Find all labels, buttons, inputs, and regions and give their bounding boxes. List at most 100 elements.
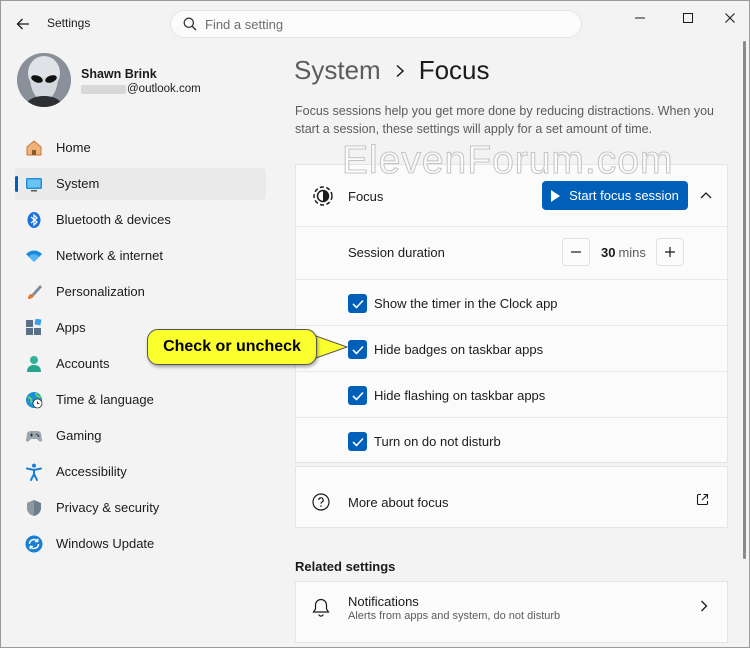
- shield-icon: [27, 500, 41, 516]
- nav-label-network: Network & internet: [56, 248, 163, 263]
- search-icon: [183, 17, 197, 31]
- notifications-subtitle: Alerts from apps and system, do not dist…: [348, 610, 561, 622]
- hide-flashing-label: Hide flashing on taskbar apps: [374, 388, 546, 403]
- checkmark-icon: [351, 437, 364, 447]
- start-focus-session-label: Start focus session: [569, 188, 679, 203]
- nav-item-network[interactable]: Network & internet: [15, 240, 266, 272]
- notifications-title: Notifications: [348, 594, 419, 609]
- back-arrow-icon: [16, 18, 29, 30]
- nav-label-windows-update: Windows Update: [56, 536, 155, 551]
- chevron-up-icon: [700, 192, 712, 199]
- breadcrumb-parent[interactable]: System: [294, 55, 381, 86]
- more-about-focus-card[interactable]: More about focus: [295, 466, 728, 528]
- nav-item-time-language[interactable]: Time & language: [15, 384, 266, 416]
- do-not-disturb-checkbox[interactable]: [348, 432, 367, 451]
- user-email-row: @outlook.com: [81, 83, 201, 95]
- session-duration-label: Session duration: [348, 245, 445, 260]
- duration-number: 30: [601, 245, 616, 260]
- hide-flashing-checkbox[interactable]: [348, 386, 367, 405]
- nav-item-accessibility[interactable]: Accessibility: [15, 456, 266, 488]
- app-title: Settings: [47, 16, 91, 30]
- hide-badges-checkbox[interactable]: [348, 340, 367, 359]
- nav-label-system: System: [56, 176, 100, 191]
- nav-item-home[interactable]: Home: [15, 132, 266, 164]
- settings-window: Settings Shawn Brink @outlook.com Home: [0, 0, 750, 648]
- chevron-right-icon: [701, 600, 708, 612]
- hide-badges-label: Hide badges on taskbar apps: [374, 342, 544, 357]
- nav-label-personalization: Personalization: [56, 284, 145, 299]
- search-input[interactable]: [205, 16, 565, 32]
- do-not-disturb-label: Turn on do not disturb: [374, 434, 501, 449]
- nav-label-accounts: Accounts: [56, 356, 110, 371]
- duration-value: 30 mins: [601, 245, 646, 260]
- collapse-button[interactable]: [696, 185, 716, 205]
- avatar[interactable]: [17, 53, 71, 107]
- callout-text: Check or uncheck: [147, 329, 317, 365]
- nav-label-privacy-security: Privacy & security: [56, 500, 160, 515]
- user-email: @outlook.com: [127, 83, 201, 95]
- minus-icon: [571, 251, 581, 253]
- user-name: Shawn Brink: [81, 67, 157, 81]
- page-description: Focus sessions help you get more done by…: [295, 104, 714, 136]
- maximize-icon: [683, 13, 693, 23]
- back-button[interactable]: [11, 12, 35, 36]
- minimize-icon: [635, 17, 645, 19]
- nav-item-system[interactable]: System: [15, 168, 266, 200]
- related-settings-title: Related settings: [295, 559, 396, 574]
- accounts-icon: [27, 356, 41, 372]
- focus-icon: [313, 186, 333, 206]
- option-row-badges: Hide badges on taskbar apps: [296, 325, 727, 371]
- nav-label-accessibility: Accessibility: [56, 464, 127, 479]
- scrollbar[interactable]: [743, 41, 746, 559]
- session-duration-row: Session duration 30 mins: [296, 226, 727, 279]
- apps-icon: [26, 319, 42, 335]
- callout-annotation: Check or uncheck: [147, 329, 349, 365]
- nav-label-bluetooth: Bluetooth & devices: [56, 212, 171, 227]
- more-about-focus-label: More about focus: [348, 495, 449, 510]
- notifications-card[interactable]: Notifications Alerts from apps and syste…: [295, 581, 728, 643]
- start-focus-session-button[interactable]: Start focus session: [542, 181, 688, 210]
- checkmark-icon: [351, 391, 364, 401]
- alien-avatar-icon: [17, 53, 71, 107]
- show-timer-checkbox[interactable]: [348, 294, 367, 313]
- nav-label-time-language: Time & language: [56, 392, 154, 407]
- close-button[interactable]: [713, 7, 747, 29]
- selection-indicator: [15, 176, 18, 192]
- nav-item-windows-update[interactable]: Windows Update: [15, 528, 266, 560]
- breadcrumb: System Focus: [294, 55, 490, 86]
- home-icon: [26, 140, 42, 156]
- minimize-button[interactable]: [623, 7, 657, 29]
- page-title: Focus: [418, 55, 490, 85]
- nav-label-home: Home: [56, 140, 91, 155]
- brush-icon: [28, 285, 42, 299]
- nav-label-apps: Apps: [56, 320, 86, 335]
- play-icon: [551, 189, 561, 202]
- callout-pointer: [313, 334, 349, 360]
- search-box[interactable]: [170, 10, 582, 38]
- bell-icon: [312, 598, 330, 617]
- nav-item-privacy-security[interactable]: Privacy & security: [15, 492, 266, 524]
- nav-label-gaming: Gaming: [56, 428, 102, 443]
- bluetooth-icon: [27, 212, 41, 228]
- gamepad-icon: [26, 431, 42, 442]
- option-row-dnd: Turn on do not disturb: [296, 417, 727, 463]
- email-redaction: [81, 84, 126, 94]
- option-row-timer: Show the timer in the Clock app: [296, 279, 727, 325]
- option-row-flashing: Hide flashing on taskbar apps: [296, 371, 727, 417]
- nav-item-gaming[interactable]: Gaming: [15, 420, 266, 452]
- checkmark-icon: [351, 299, 364, 309]
- duration-increase-button[interactable]: [656, 238, 684, 266]
- maximize-button[interactable]: [671, 7, 705, 29]
- duration-decrease-button[interactable]: [562, 238, 590, 266]
- update-icon: [25, 535, 43, 553]
- nav-item-personalization[interactable]: Personalization: [15, 276, 266, 308]
- help-icon: [312, 493, 330, 511]
- close-icon: [725, 13, 735, 23]
- nav-item-bluetooth[interactable]: Bluetooth & devices: [15, 204, 266, 236]
- checkmark-icon: [351, 345, 364, 355]
- wifi-icon: [26, 250, 42, 262]
- focus-card: Focus Start focus session Session durati…: [295, 164, 728, 463]
- system-icon: [26, 178, 42, 192]
- focus-title: Focus: [348, 189, 384, 204]
- focus-header-row: Focus Start focus session: [296, 165, 727, 226]
